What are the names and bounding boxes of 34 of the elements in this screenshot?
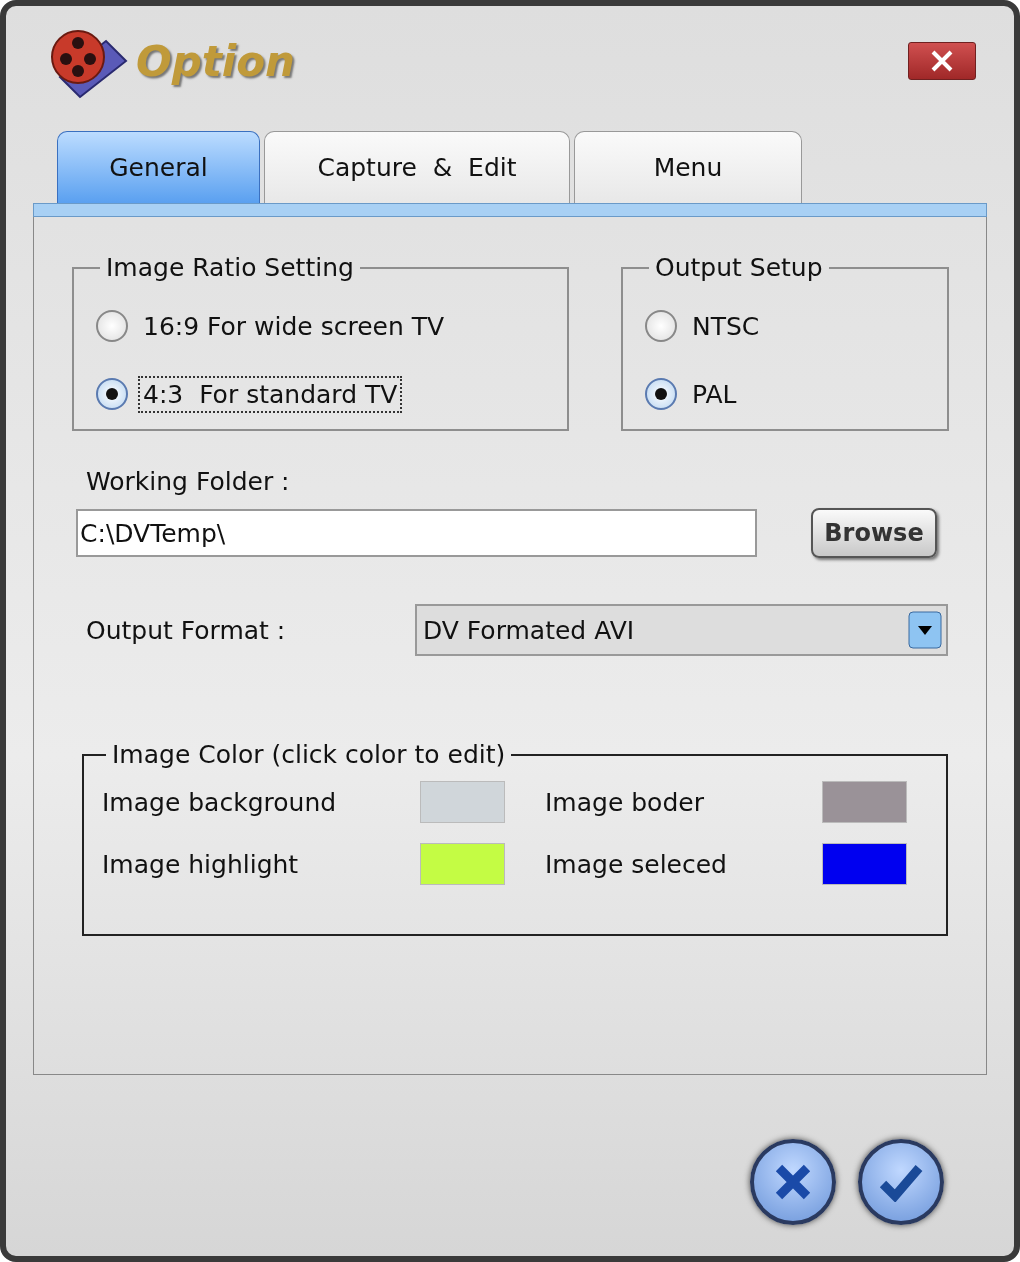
option-label[interactable]: 4:3 For standard TV xyxy=(138,375,403,413)
color-swatch[interactable] xyxy=(420,843,505,885)
field-label: Output Format : xyxy=(86,615,287,645)
color-label: Image highlight xyxy=(102,849,300,879)
option-label[interactable]: PAL xyxy=(687,375,742,413)
group-title: Output Setup xyxy=(654,253,824,282)
close-icon xyxy=(929,48,955,74)
color-swatch[interactable] xyxy=(420,781,505,823)
tab[interactable]: Capture & Edit xyxy=(264,131,570,203)
ok-button[interactable] xyxy=(858,1139,944,1225)
color-label: Image boder xyxy=(545,787,705,817)
color-swatch[interactable] xyxy=(822,843,907,885)
color-label: Image seleced xyxy=(545,849,728,879)
tab[interactable]: Menu xyxy=(574,131,802,203)
field-label: Working Folder : xyxy=(86,467,291,496)
color-label: Image background xyxy=(102,787,338,817)
color-swatch[interactable] xyxy=(822,781,907,823)
tab[interactable]: General xyxy=(57,131,260,203)
window-title: Option xyxy=(136,36,295,86)
folder-input-field[interactable]: C:\DVTemp\ xyxy=(76,509,757,557)
cancel-button[interactable] xyxy=(750,1139,836,1225)
group-title: Image Color (click color to edit) xyxy=(111,740,507,769)
close-icon xyxy=(773,1162,813,1202)
radio-button[interactable] xyxy=(96,310,128,342)
option-label[interactable]: NTSC xyxy=(687,307,765,345)
browse-button[interactable]: Browse xyxy=(811,508,937,558)
option-label[interactable]: 16:9 For wide screen TV xyxy=(138,307,450,345)
close-button[interactable] xyxy=(908,42,976,80)
checkmark-icon xyxy=(879,1162,923,1202)
radio-button[interactable] xyxy=(645,378,677,410)
radio-button[interactable] xyxy=(645,310,677,342)
group-title: Image Ratio Setting xyxy=(105,253,355,282)
format-dropdown[interactable]: DV Formated AVI xyxy=(415,604,948,656)
radio-button[interactable] xyxy=(96,378,128,410)
